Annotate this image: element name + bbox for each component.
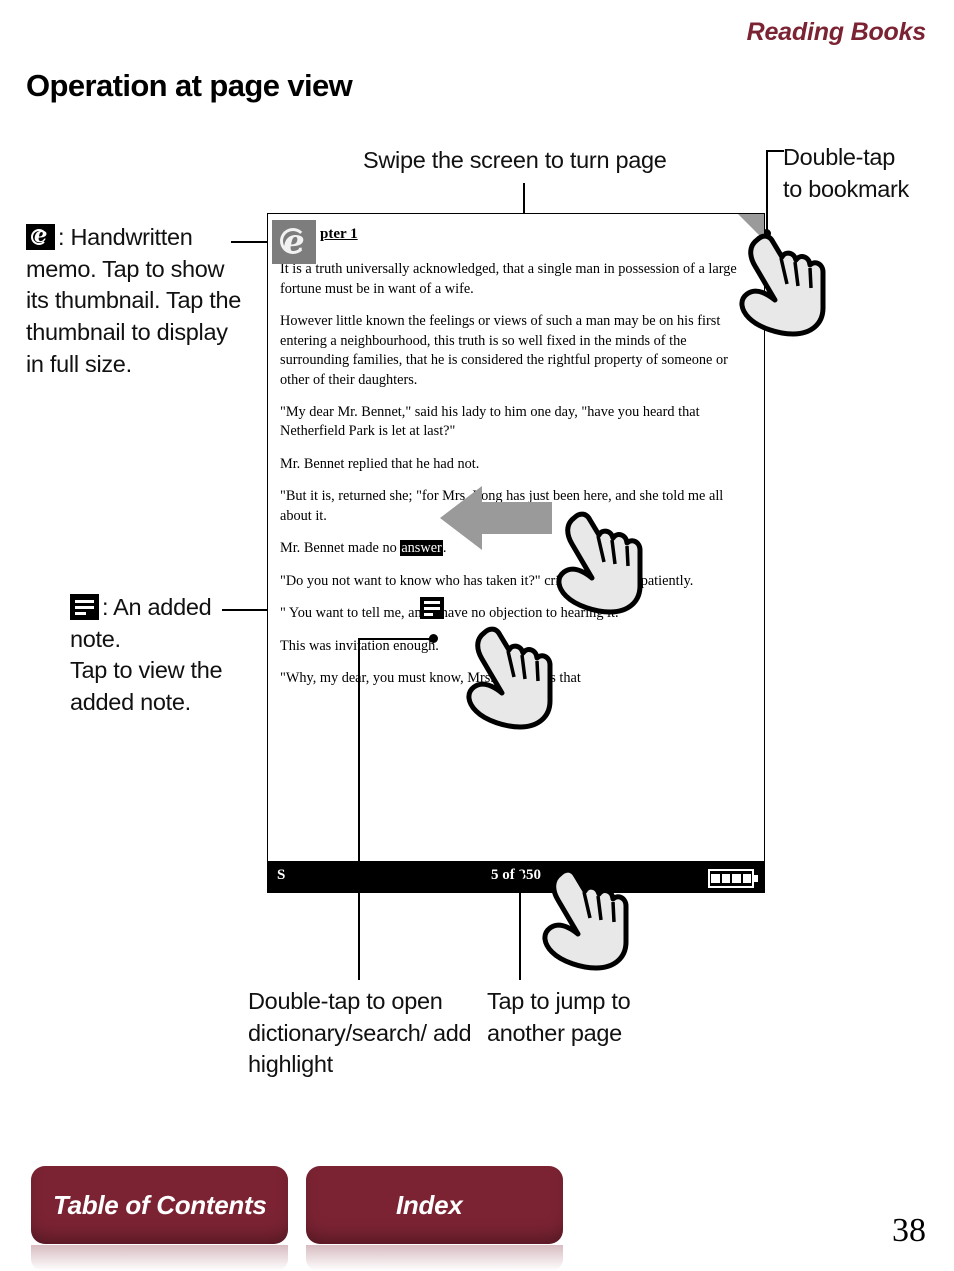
hand-cursor-swipe <box>556 511 643 615</box>
added-note-stamp[interactable] <box>420 597 444 619</box>
swipe-arrow-icon <box>440 486 552 550</box>
added-note-icon <box>70 594 99 620</box>
leader-line-jump <box>519 875 521 980</box>
page-title: Operation at page view <box>26 68 353 103</box>
highlighted-word[interactable]: answer <box>400 540 443 557</box>
hand-cursor-bookmark <box>739 233 826 337</box>
book-paragraph: However little known the feelings or vie… <box>280 313 728 388</box>
callout-memo-text: : Handwritten memo. Tap to show its thum… <box>26 224 242 377</box>
handwritten-memo-icon <box>26 221 55 250</box>
callout-swipe-label: Swipe the screen to turn page <box>363 147 667 173</box>
callout-bookmark-label: Double-tap to bookmark <box>783 142 953 205</box>
leader-dot-dictionary <box>429 634 438 643</box>
leader-line-bookmark-h <box>766 150 784 152</box>
hand-cursor-page-jump <box>542 867 629 971</box>
hand-cursor-dictionary <box>466 626 553 730</box>
callout-memo-label: : Handwritten memo. Tap to show its thum… <box>26 221 251 381</box>
page-number: 38 <box>892 1212 926 1249</box>
book-paragraph: "My dear Mr. Bennet," said his lady to h… <box>280 404 700 440</box>
leader-dot-jump <box>515 871 524 880</box>
section-header-title: Reading Books <box>746 18 927 46</box>
callout-jump-label: Tap to jump to another page <box>487 988 631 1046</box>
book-paragraph: "Do you not want to know who has taken i… <box>280 572 694 589</box>
toc-button-reflection <box>31 1245 288 1271</box>
book-paragraph: It is a truth universally acknowledged, … <box>280 261 737 297</box>
ereader-screen[interactable]: pter 1 It is a truth universally acknowl… <box>267 213 765 893</box>
callout-note-label: : An added note. Tap to view the added n… <box>70 592 260 719</box>
index-button[interactable]: Index <box>306 1166 563 1244</box>
leader-line-dictionary-h <box>358 638 434 640</box>
callout-bookmark-line1: Double-tap <box>783 144 895 170</box>
callout-bookmark-line2: to bookmark <box>783 175 910 202</box>
callout-dictionary-label: Double-tap to open dictionary/search/ ad… <box>248 988 472 1078</box>
note-paragraph-prefix: Mr. Bennet made no <box>280 540 401 557</box>
handwritten-memo-stamp[interactable] <box>272 219 316 265</box>
index-button-reflection <box>306 1245 563 1271</box>
leader-line-dictionary-v <box>358 638 360 980</box>
battery-icon <box>708 869 758 888</box>
book-paragraph: Mr. Bennet replied that he had not. <box>280 455 480 472</box>
callout-note-text-line2: Tap to view the added note. <box>70 657 223 716</box>
table-of-contents-button[interactable]: Table of Contents <box>31 1166 288 1244</box>
chapter-heading: pter 1 <box>320 226 358 242</box>
leader-line-bookmark-v <box>766 150 768 233</box>
book-paragraph: " You want to tell me, and I have no obj… <box>280 605 625 622</box>
